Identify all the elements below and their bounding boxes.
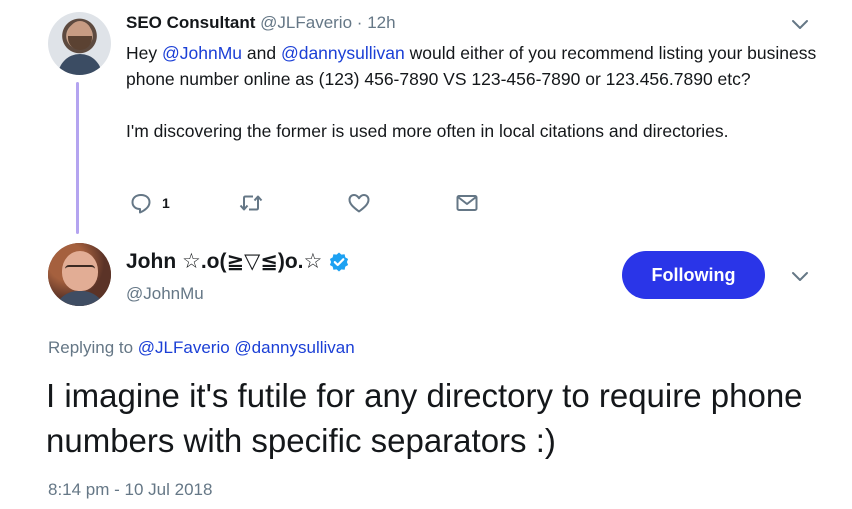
retweet-icon [238, 192, 264, 214]
replying-to-mention[interactable]: @JLFaverio [138, 338, 230, 357]
reply-tweet-author-name[interactable]: SEO Consultant [126, 13, 255, 32]
chevron-down-icon[interactable] [790, 266, 810, 286]
reply-tweet-author-handle[interactable]: @JLFaverio [260, 13, 352, 32]
main-tweet-timestamp[interactable]: 8:14 pm - 10 Jul 2018 [48, 479, 212, 501]
thread-connector-line [76, 82, 79, 234]
greeting-text: Hey [126, 43, 162, 63]
reply-tweet-paragraph-2: I'm discovering the former is used more … [126, 121, 729, 141]
header-separator: · [356, 13, 363, 32]
reply-button[interactable]: 1 [130, 190, 170, 216]
main-tweet-author-handle[interactable]: @JohnMu [126, 283, 204, 305]
main-tweet-text: I imagine it's futile for any directory … [46, 377, 803, 459]
tweet-action-bar: 1 [126, 190, 546, 216]
chevron-down-icon[interactable] [790, 14, 810, 34]
retweet-button[interactable] [238, 190, 264, 216]
reply-count: 1 [162, 195, 170, 211]
main-tweet-author-name[interactable]: John ☆.o(≧▽≦)o.☆ [126, 248, 322, 276]
reply-tweet-age[interactable]: 12h [367, 13, 395, 32]
like-button[interactable] [347, 190, 371, 216]
conjunction-text: and [242, 43, 281, 63]
seo-consultant-avatar[interactable] [48, 12, 111, 75]
heart-icon [347, 192, 371, 214]
mention-link[interactable]: @JohnMu [162, 43, 242, 63]
following-button[interactable]: Following [622, 251, 765, 299]
reply-tweet-paragraph-1: Hey @JohnMu and @dannysullivan would eit… [126, 40, 826, 92]
envelope-icon [455, 192, 479, 214]
verified-badge-icon [328, 251, 350, 273]
tweet-page: SEO Consultant @JLFaverio · 12h Hey @Joh… [0, 0, 852, 509]
mention-link[interactable]: @dannysullivan [281, 43, 405, 63]
direct-message-button[interactable] [455, 190, 479, 216]
reply-tweet-body: Hey @JohnMu and @dannysullivan would eit… [126, 40, 826, 144]
reply-tweet-header: SEO Consultant @JLFaverio · 12h [126, 12, 396, 34]
main-tweet-author[interactable]: John ☆.o(≧▽≦)o.☆ [126, 248, 350, 276]
reply-icon [130, 192, 152, 214]
replying-to-mention[interactable]: @dannysullivan [234, 338, 354, 357]
replying-to-line: Replying to @JLFaverio @dannysullivan [48, 337, 355, 359]
replying-to-label: Replying to [48, 338, 138, 357]
johnmu-avatar[interactable] [48, 243, 111, 306]
